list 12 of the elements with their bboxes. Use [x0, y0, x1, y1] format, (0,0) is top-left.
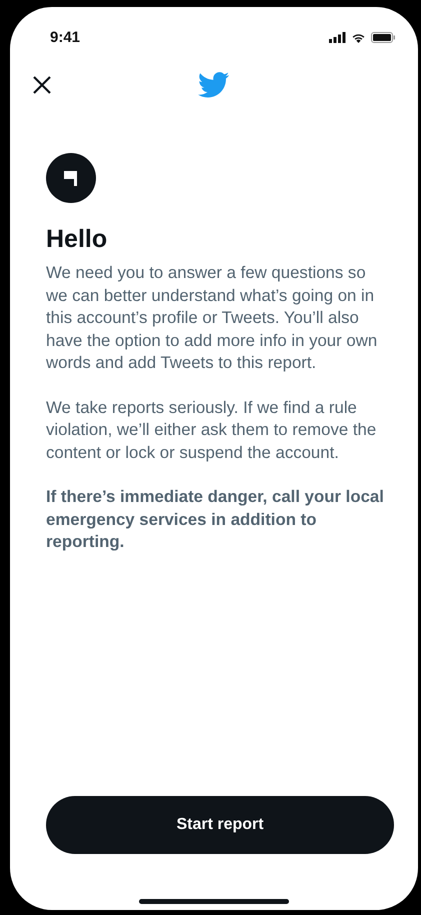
- body-paragraph: We need you to answer a few questions so we can better understand what’s going on in this account’s profile or Tweets. You’ll also have the option to add more info in your own words and add Tweets to this report.: [46, 262, 378, 374]
- close-button[interactable]: [32, 75, 52, 95]
- battery-icon: [371, 32, 396, 42]
- signal-icon: [329, 32, 346, 42]
- flag-icon: [46, 153, 96, 203]
- body-paragraph: If there’s immediate danger, call your local emergency services in addition to reporting.: [46, 486, 384, 553]
- wifi-icon: [351, 32, 366, 42]
- body-paragraph: We take reports seriously. If we find a rule violation, we’ll either ask them to remove the content or lock or suspend the account.: [46, 396, 378, 464]
- status-time: 9:41: [50, 28, 80, 46]
- bird-icon: [198, 72, 230, 98]
- page-title: Hello: [46, 225, 108, 254]
- start-report-button[interactable]: Start report: [46, 796, 394, 854]
